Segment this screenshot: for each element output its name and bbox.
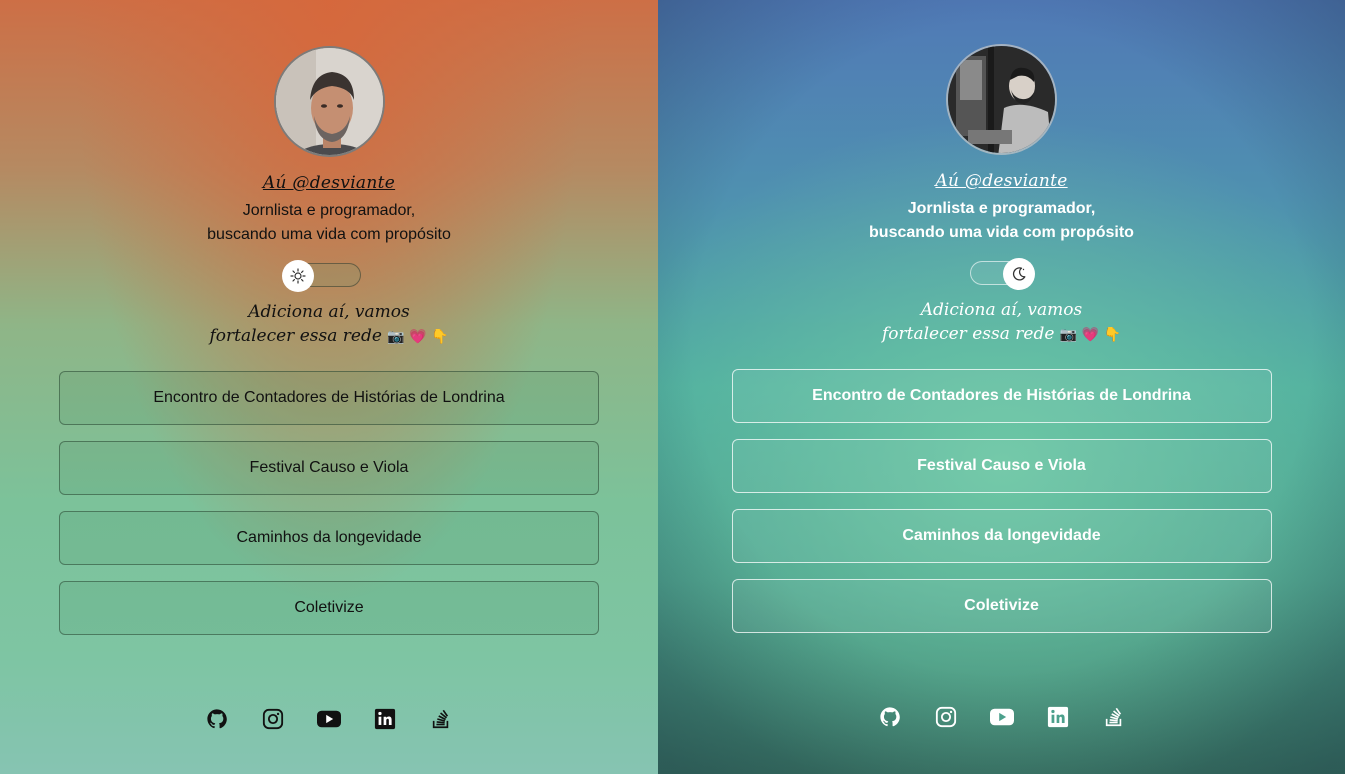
light-theme-panel: Aú @desviante Jornlista e programador, b… (0, 0, 658, 774)
bio-line: Jornlista e programador, (242, 202, 416, 219)
avatar (946, 44, 1057, 155)
tagline-emojis: 📷 💗 👇 (1059, 327, 1122, 343)
link-button[interactable]: Festival Causo e Viola (731, 439, 1272, 493)
youtube-icon[interactable] (317, 707, 341, 731)
link-button[interactable]: Caminhos da longevidade (731, 509, 1272, 563)
profile-section: Aú @desviante Jornlista e programador, b… (658, 44, 1345, 633)
avatar (273, 46, 385, 157)
avatar-photo (275, 48, 383, 155)
instagram-icon[interactable] (261, 707, 285, 731)
social-links (658, 705, 1345, 729)
tagline-emojis: 📷 💗 👇 (387, 329, 449, 345)
tagline-text: fortalecer essa rede (209, 326, 382, 346)
social-links (0, 707, 658, 731)
tagline-line: fortalecer essa rede 📷 💗 👇 (882, 322, 1121, 347)
tagline-line: Adiciona aí, vamos (248, 302, 410, 322)
toggle-knob[interactable] (1002, 258, 1035, 290)
bio-line: buscando uma vida com propósito (207, 226, 451, 243)
link-button[interactable]: Encontro de Contadores de Histórias de L… (59, 371, 599, 425)
profile-section: Aú @desviante Jornlista e programador, b… (0, 46, 658, 635)
stackoverflow-icon[interactable] (429, 707, 453, 731)
link-button[interactable]: Encontro de Contadores de Histórias de L… (731, 369, 1272, 423)
link-button[interactable]: Coletivize (59, 581, 599, 635)
linkedin-icon[interactable] (373, 707, 397, 731)
tagline: Adiciona aí, vamos fortalecer essa rede … (209, 300, 448, 349)
profile-handle[interactable]: Aú @desviante (263, 173, 395, 193)
theme-toggle[interactable] (282, 260, 361, 292)
tagline: Adiciona aí, vamos fortalecer essa rede … (882, 298, 1121, 347)
github-icon[interactable] (205, 707, 229, 731)
instagram-icon[interactable] (934, 705, 958, 729)
dark-theme-panel: Aú @desviante Jornlista e programador, b… (658, 0, 1345, 774)
link-button[interactable]: Festival Causo e Viola (59, 441, 599, 495)
tagline-text: fortalecer essa rede (881, 324, 1055, 344)
bio-line: buscando uma vida com propósito (869, 224, 1134, 241)
profile-bio: Jornlista e programador, buscando uma vi… (869, 197, 1134, 245)
github-icon[interactable] (878, 705, 902, 729)
link-button[interactable]: Coletivize (731, 579, 1272, 633)
moon-icon (1012, 267, 1025, 281)
avatar-photo (948, 46, 1055, 153)
toggle-knob[interactable] (282, 260, 314, 292)
bio-line: Jornlista e programador, (907, 200, 1096, 217)
linkedin-icon[interactable] (1046, 705, 1070, 729)
link-button[interactable]: Caminhos da longevidade (59, 511, 599, 565)
profile-handle[interactable]: Aú @desviante (935, 171, 1067, 191)
profile-bio: Jornlista e programador, buscando uma vi… (207, 199, 451, 247)
sun-icon (290, 268, 306, 284)
tagline-line: fortalecer essa rede 📷 💗 👇 (209, 324, 448, 349)
link-list: Encontro de Contadores de Histórias de L… (731, 369, 1272, 633)
stackoverflow-icon[interactable] (1102, 705, 1126, 729)
youtube-icon[interactable] (989, 705, 1014, 729)
tagline-line: Adiciona aí, vamos (920, 300, 1083, 320)
link-list: Encontro de Contadores de Histórias de L… (59, 371, 599, 635)
theme-toggle[interactable] (969, 258, 1035, 290)
